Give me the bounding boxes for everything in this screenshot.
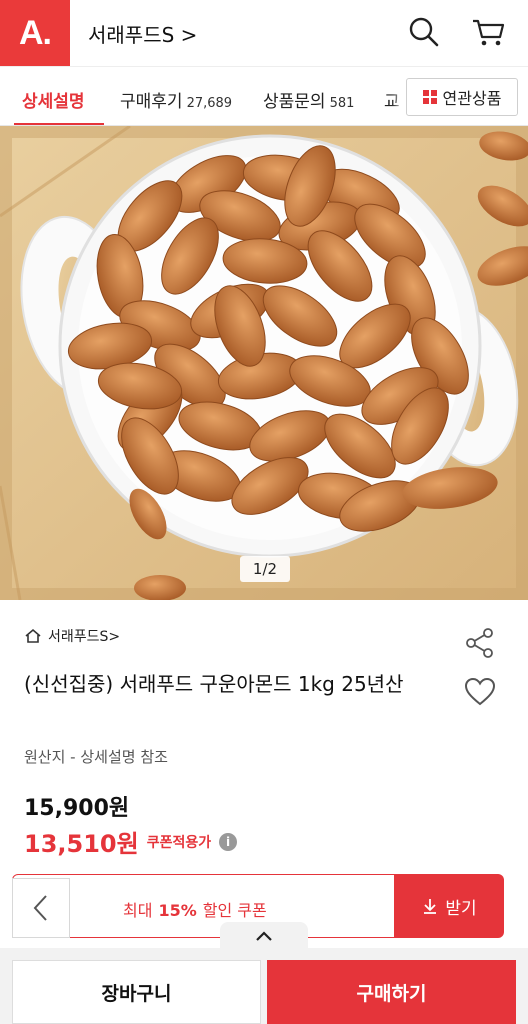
store-link[interactable]: 서래푸드S>: [24, 626, 120, 646]
sale-price: 13,510원: [24, 830, 139, 858]
chevron-left-icon[interactable]: [12, 878, 70, 938]
tab-label: 교: [384, 92, 400, 112]
original-price: 15,900원: [24, 796, 130, 821]
tab-reviews[interactable]: 구매후기 27,689: [120, 87, 232, 112]
grid-icon: [422, 90, 437, 104]
buy-now-button[interactable]: 구매하기: [267, 960, 516, 1024]
image-counter: 1/2: [240, 556, 290, 582]
inquiry-count: 581: [329, 96, 355, 111]
related-products-label: 연관상품: [442, 89, 502, 108]
review-count: 27,689: [186, 96, 233, 111]
coupon-percent: 15%: [158, 901, 197, 920]
cart-icon[interactable]: [470, 14, 506, 50]
product-tabs: 상세설명 구매후기 27,689 상품문의 581 교 연관상품: [0, 66, 528, 126]
home-icon: [25, 628, 41, 643]
sale-price-row: 13,510원 쿠폰적용가 i: [24, 824, 238, 859]
tab-inquiries[interactable]: 상품문의 581: [263, 87, 354, 112]
related-products-button[interactable]: 연관상품: [406, 78, 518, 116]
wishlist-heart-icon[interactable]: [464, 677, 496, 707]
coupon-text: 최대 15% 할인 쿠폰: [123, 897, 267, 921]
origin-info: 원산지 - 상세설명 참조: [24, 748, 168, 766]
product-page: A. 서래푸드S > 상세설명 구매후기 27,689 상품문의 581 교 연관상…: [0, 0, 528, 1024]
add-to-cart-button[interactable]: 장바구니: [12, 960, 261, 1024]
receive-coupon-label: 받기: [445, 898, 477, 919]
chevron-up-icon[interactable]: [220, 922, 308, 950]
download-icon: [424, 899, 437, 914]
coupon-price-label: 쿠폰적용가: [146, 834, 212, 851]
info-icon[interactable]: i: [219, 832, 238, 851]
app-logo[interactable]: A.: [0, 0, 70, 66]
tab-detail[interactable]: 상세설명: [22, 87, 85, 112]
share-icon[interactable]: [464, 627, 496, 659]
tab-exchange[interactable]: 교: [384, 87, 400, 112]
product-image[interactable]: [0, 126, 528, 600]
product-title: (신선집중) 서래푸드 구운아몬드 1kg 25년산: [24, 672, 404, 696]
receive-coupon-button[interactable]: 받기: [394, 874, 504, 938]
tab-label: 상세설명: [22, 92, 85, 112]
store-title[interactable]: 서래푸드S >: [88, 19, 197, 48]
store-link-label: 서래푸드S>: [48, 629, 121, 645]
search-icon[interactable]: [406, 14, 442, 50]
coupon-suffix: 할인 쿠폰: [202, 901, 267, 920]
tab-label: 구매후기: [120, 92, 183, 112]
coupon-prefix: 최대: [123, 901, 153, 920]
app-header: A. 서래푸드S >: [0, 0, 528, 66]
tab-label: 상품문의: [263, 92, 326, 112]
